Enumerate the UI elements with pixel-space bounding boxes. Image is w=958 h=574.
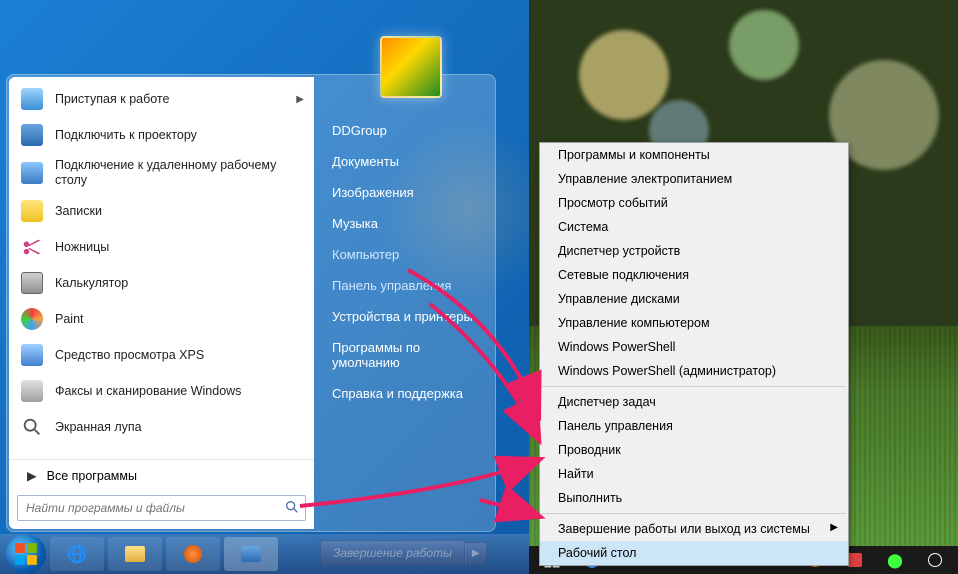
ctx-explorer[interactable]: Проводник (540, 438, 848, 462)
default-programs-link[interactable]: Программы по умолчанию (328, 332, 481, 378)
ctx-desktop[interactable]: Рабочий стол (540, 541, 848, 565)
program-label: Факсы и сканирование Windows (55, 384, 304, 399)
fax-icon (19, 378, 45, 404)
pictures-link[interactable]: Изображения (328, 177, 481, 208)
program-xps-viewer[interactable]: Средство просмотра XPS (11, 337, 312, 373)
winx-menu: Программы и компоненты Управление электр… (539, 142, 849, 566)
remote-desktop-icon (19, 160, 45, 186)
ctx-device-manager[interactable]: Диспетчер устройств (540, 239, 848, 263)
program-projector[interactable]: Подключить к проектору (11, 117, 312, 153)
program-getting-started[interactable]: Приступая к работе ▶ (11, 81, 312, 117)
documents-link[interactable]: Документы (328, 146, 481, 177)
program-calculator[interactable]: Калькулятор (11, 265, 312, 301)
program-label: Ножницы (55, 240, 304, 255)
program-remote-desktop[interactable]: Подключение к удаленному рабочему столу (11, 153, 312, 193)
projector-icon (19, 122, 45, 148)
win7-taskbar (0, 534, 529, 574)
search-icon (284, 499, 300, 520)
chevron-right-icon: ▶ (27, 468, 37, 483)
ctx-task-manager[interactable]: Диспетчер задач (540, 390, 848, 414)
submenu-arrow-icon: ▶ (830, 522, 838, 533)
separator (542, 513, 846, 514)
ctx-system[interactable]: Система (540, 215, 848, 239)
sticky-notes-icon (19, 198, 45, 224)
program-label: Экранная лупа (55, 420, 304, 435)
ctx-disk-mgmt[interactable]: Управление дисками (540, 287, 848, 311)
win8-desktop: Программы и компоненты Управление электр… (529, 0, 958, 574)
program-fax-scan[interactable]: Факсы и сканирование Windows (11, 373, 312, 409)
user-avatar[interactable] (380, 36, 442, 98)
program-label: Записки (55, 204, 304, 219)
ctx-programs-features[interactable]: Программы и компоненты (540, 143, 848, 167)
all-programs-label: Все программы (47, 469, 137, 483)
ctx-label: Завершение работы или выход из системы (558, 522, 810, 536)
program-label: Приступая к работе (55, 92, 296, 107)
start-menu-right-panel: DDGroup Документы Изображения Музыка Ком… (314, 75, 495, 531)
ctx-powershell-admin[interactable]: Windows PowerShell (администратор) (540, 359, 848, 383)
ctx-computer-mgmt[interactable]: Управление компьютером (540, 311, 848, 335)
control-panel-link[interactable]: Панель управления (328, 270, 481, 301)
start-menu: Приступая к работе ▶ Подключить к проект… (6, 74, 496, 532)
user-link[interactable]: DDGroup (328, 115, 481, 146)
ctx-powershell[interactable]: Windows PowerShell (540, 335, 848, 359)
start-button[interactable] (6, 534, 46, 574)
scissors-icon (19, 234, 45, 260)
ctx-power-options[interactable]: Управление электропитанием (540, 167, 848, 191)
start-menu-left-panel: Приступая к работе ▶ Подключить к проект… (9, 77, 314, 529)
program-list: Приступая к работе ▶ Подключить к проект… (9, 77, 314, 459)
program-paint[interactable]: Paint (11, 301, 312, 337)
separator (542, 386, 846, 387)
submenu-arrow-icon: ▶ (296, 94, 304, 105)
taskbar-ie[interactable] (50, 537, 104, 571)
program-label: Калькулятор (55, 276, 304, 291)
devices-printers-link[interactable]: Устройства и принтеры (328, 301, 481, 332)
tray-icon-3[interactable]: ⬤ (876, 547, 914, 573)
program-magnifier[interactable]: Экранная лупа (11, 409, 312, 445)
ctx-control-panel[interactable]: Панель управления (540, 414, 848, 438)
taskbar-media[interactable] (166, 537, 220, 571)
program-label: Средство просмотра XPS (55, 348, 304, 363)
calculator-icon (19, 270, 45, 296)
magnifier-icon (19, 414, 45, 440)
ctx-run[interactable]: Выполнить (540, 486, 848, 510)
ctx-event-viewer[interactable]: Просмотр событий (540, 191, 848, 215)
taskbar-app[interactable] (224, 537, 278, 571)
taskbar-explorer[interactable] (108, 537, 162, 571)
program-snipping[interactable]: Ножницы (11, 229, 312, 265)
music-link[interactable]: Музыка (328, 208, 481, 239)
paint-icon (19, 306, 45, 332)
ctx-shutdown[interactable]: Завершение работы или выход из системы ▶ (540, 517, 848, 541)
tray-icon-4[interactable] (916, 547, 954, 573)
getting-started-icon (19, 86, 45, 112)
computer-link[interactable]: Компьютер (328, 239, 481, 270)
ctx-network[interactable]: Сетевые подключения (540, 263, 848, 287)
program-label: Paint (55, 312, 304, 327)
program-sticky-notes[interactable]: Записки (11, 193, 312, 229)
program-label: Подключить к проектору (55, 128, 304, 143)
search-box (17, 495, 306, 521)
all-programs[interactable]: ▶ Все программы (9, 459, 314, 491)
win7-desktop: Приступая к работе ▶ Подключить к проект… (0, 0, 529, 574)
help-link[interactable]: Справка и поддержка (328, 378, 481, 409)
program-label: Подключение к удаленному рабочему столу (55, 158, 304, 188)
search-input[interactable] (17, 495, 306, 521)
xps-icon (19, 342, 45, 368)
ctx-search[interactable]: Найти (540, 462, 848, 486)
